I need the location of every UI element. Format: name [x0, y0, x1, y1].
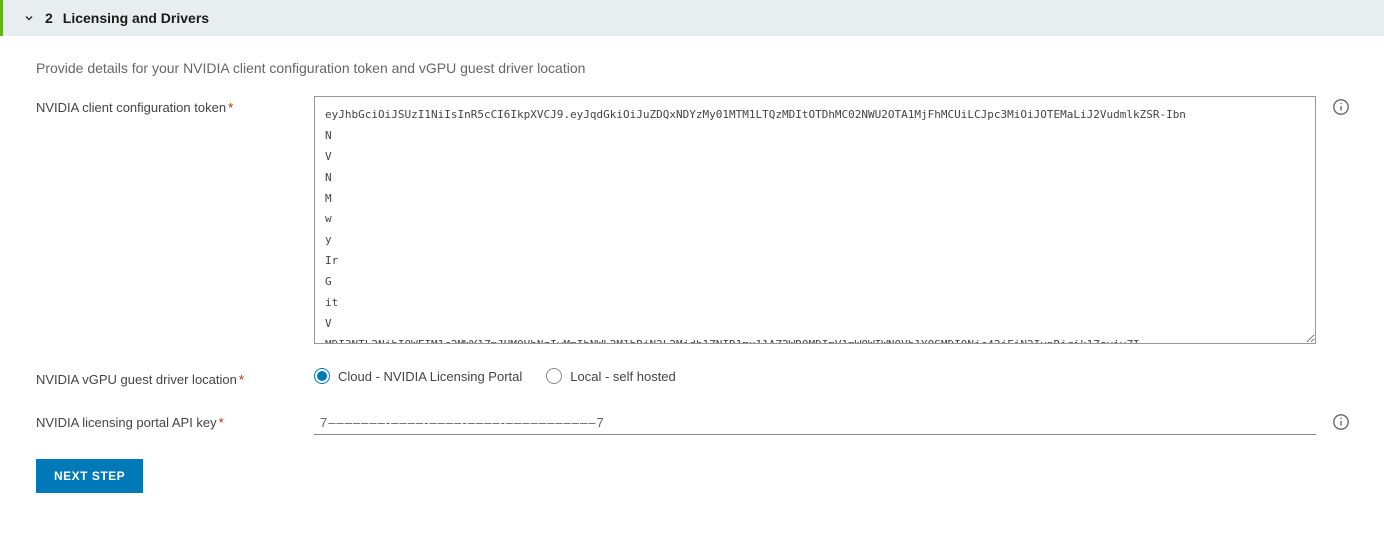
radio-circle-icon — [314, 368, 330, 384]
radio-label-local: Local - self hosted — [570, 369, 676, 384]
step-title: Licensing and Drivers — [63, 10, 209, 26]
api-key-input[interactable] — [314, 411, 1316, 435]
radio-circle-icon — [546, 368, 562, 384]
token-control-wrap — [314, 96, 1350, 344]
required-asterisk: * — [228, 100, 233, 115]
form-row-driver-location: NVIDIA vGPU guest driver location* Cloud… — [36, 368, 1348, 387]
info-icon[interactable] — [1332, 413, 1350, 431]
api-key-label: NVIDIA licensing portal API key* — [36, 411, 294, 430]
next-step-button[interactable]: NEXT STEP — [36, 459, 143, 493]
radio-dot-selected-icon — [317, 371, 327, 381]
radio-group-driver-location: Cloud - NVIDIA Licensing Portal Local - … — [314, 368, 676, 384]
radio-label-cloud: Cloud - NVIDIA Licensing Portal — [338, 369, 522, 384]
section-header[interactable]: 2 Licensing and Drivers — [0, 0, 1384, 36]
required-asterisk: * — [219, 415, 224, 430]
driver-location-control-wrap: Cloud - NVIDIA Licensing Portal Local - … — [314, 368, 1348, 384]
form-row-token: NVIDIA client configuration token* — [36, 96, 1348, 344]
radio-option-local[interactable]: Local - self hosted — [546, 368, 676, 384]
required-asterisk: * — [239, 372, 244, 387]
form-row-api-key: NVIDIA licensing portal API key* — [36, 411, 1348, 435]
driver-location-label: NVIDIA vGPU guest driver location* — [36, 368, 294, 387]
chevron-down-icon — [23, 12, 35, 24]
info-icon[interactable] — [1332, 98, 1350, 116]
radio-option-cloud[interactable]: Cloud - NVIDIA Licensing Portal — [314, 368, 522, 384]
token-textarea[interactable] — [314, 96, 1316, 344]
token-label: NVIDIA client configuration token* — [36, 96, 294, 115]
api-key-control-wrap — [314, 411, 1350, 435]
section-content: Provide details for your NVIDIA client c… — [0, 36, 1384, 517]
step-number: 2 — [45, 10, 53, 26]
intro-text: Provide details for your NVIDIA client c… — [36, 60, 1348, 76]
